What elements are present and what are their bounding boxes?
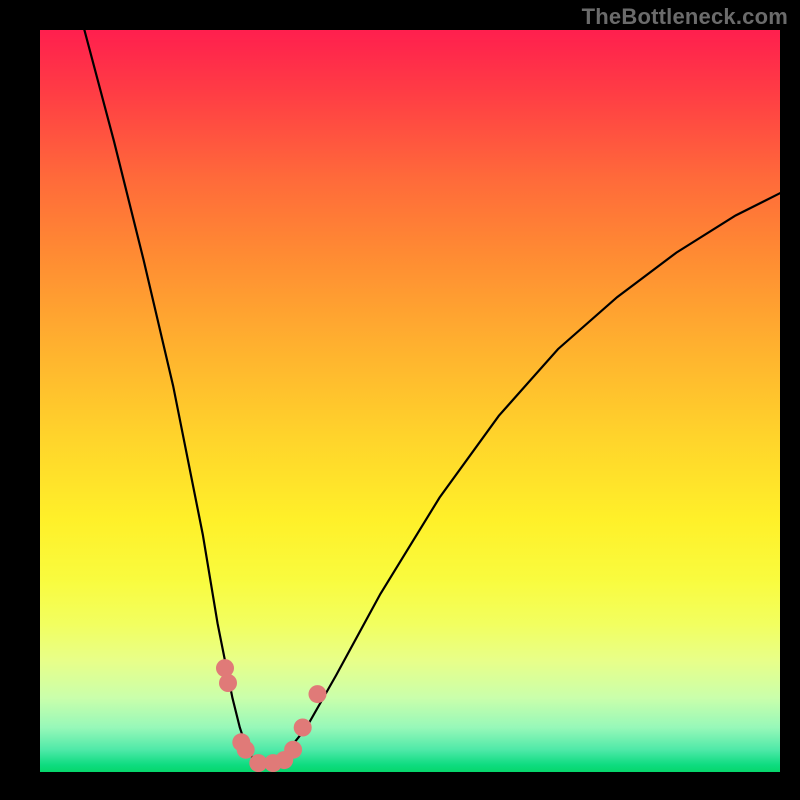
highlight-dot: [309, 685, 327, 703]
chart-frame: TheBottleneck.com: [0, 0, 800, 800]
highlight-dot: [237, 741, 255, 759]
watermark-text: TheBottleneck.com: [582, 4, 788, 30]
bottleneck-curve: [84, 30, 780, 765]
highlight-dot: [219, 674, 237, 692]
curve-svg: [40, 30, 780, 772]
highlight-dot: [284, 741, 302, 759]
plot-area: [40, 30, 780, 772]
highlight-dot: [216, 659, 234, 677]
highlight-dot: [294, 719, 312, 737]
highlight-dots: [216, 659, 327, 772]
